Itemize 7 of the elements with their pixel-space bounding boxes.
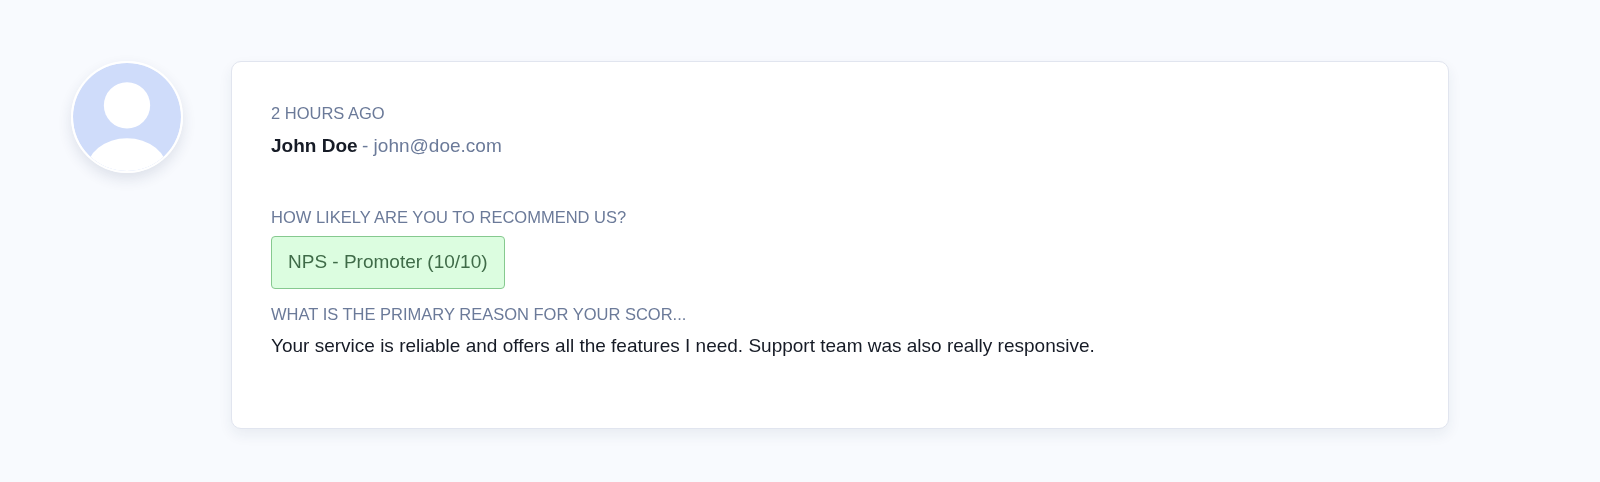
user-name: John Doe xyxy=(271,134,358,156)
user-email: - john@doe.com xyxy=(362,134,502,156)
question-label: WHAT IS THE PRIMARY REASON FOR YOUR SCOR... xyxy=(271,304,688,325)
timestamp: 2 HOURS AGO xyxy=(271,104,386,124)
answer-text: Your service is reliable and offers all the features I need. Support team was also really responsive. xyxy=(271,334,1096,359)
question-label: HOW LIKELY ARE YOU TO RECOMMEND US? xyxy=(271,208,628,229)
nps-badge: NPS - Promoter (10/10) xyxy=(271,236,505,289)
